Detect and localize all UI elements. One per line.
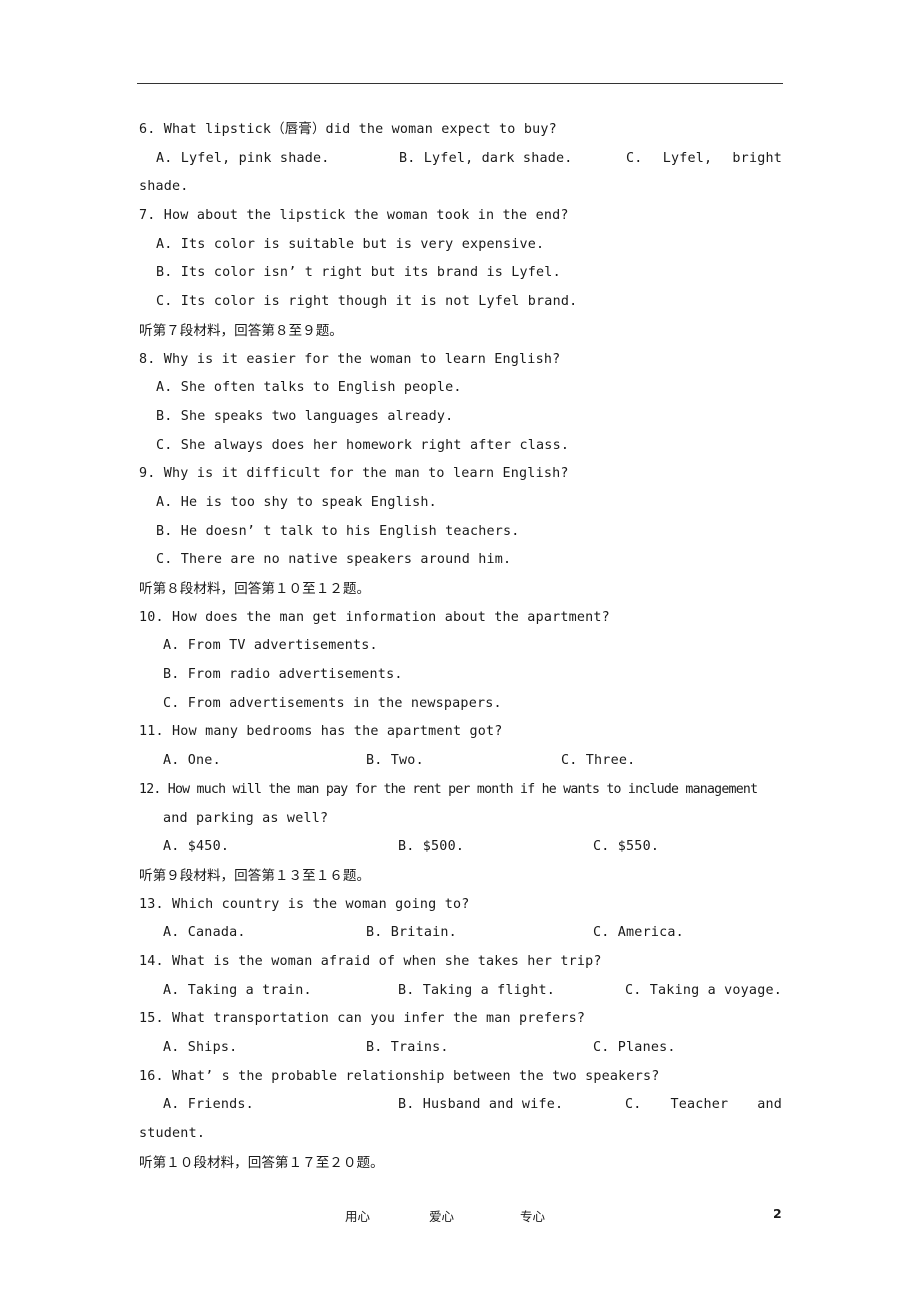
option-c: C. She always does her homework right af… — [156, 437, 570, 453]
question-16: 16. What’ s the probable relationship be… — [139, 1068, 660, 1084]
option-c-continued: student. — [139, 1126, 206, 1142]
option-b: B. Trains. — [366, 1040, 449, 1055]
question-15: 15. What transportation can you infer th… — [139, 1011, 586, 1027]
question-15-options: A. Ships. B. Trains. C. Planes. — [139, 1034, 782, 1063]
header-rule — [137, 83, 783, 84]
question-10: 10. How does the man get information abo… — [139, 609, 610, 625]
option-c: C. Taking a voyage. — [625, 982, 782, 998]
question-13: 13. Which country is the woman going to? — [139, 896, 470, 912]
option-c-word: and — [757, 1097, 782, 1113]
question-7: 7. How about the lipstick the woman took… — [139, 208, 569, 224]
option-c: C. $550. — [593, 839, 660, 855]
option-b: B. She speaks two languages already. — [156, 408, 454, 424]
option-a: A. From TV advertisements. — [163, 638, 378, 654]
option-b: B. Two. — [366, 753, 424, 769]
footer-motto: 专心 — [520, 1209, 546, 1224]
option-a: A. Lyfel, pink shade. — [156, 150, 330, 166]
option-c: C. Teacher and — [625, 1091, 782, 1120]
option-a: A. Taking a train. — [163, 982, 312, 998]
option-c-word: Teacher — [670, 1097, 729, 1113]
option-b: B. $500. — [398, 839, 465, 855]
footer-motto: 爱心 — [429, 1209, 455, 1224]
option-b: B. Lyfel, dark shade. — [399, 150, 573, 166]
footer-motto: 用心 — [345, 1209, 371, 1224]
option-c: C. Planes. — [593, 1040, 676, 1055]
option-b: B. From radio advertisements. — [163, 667, 403, 683]
question-14-options: A. Taking a train. B. Taking a flight. C… — [139, 977, 782, 1006]
question-16-options: A. Friends. B. Husband and wife. C. Teac… — [139, 1091, 782, 1120]
option-c-word: bright — [732, 150, 782, 166]
option-c-label: C. — [625, 1097, 642, 1113]
question-11-options: A. One. B. Two. C. Three. — [139, 747, 782, 776]
option-a: A. Canada. — [163, 925, 246, 941]
option-c-label: C. — [626, 150, 643, 166]
document-body: 6. What lipstick（唇膏）did the woman expect… — [139, 116, 782, 1177]
option-c: C. There are no native speakers around h… — [156, 552, 512, 568]
option-a: A. He is too shy to speak English. — [156, 494, 437, 510]
option-a: A. One. — [163, 753, 221, 769]
option-c: C. Three. — [561, 753, 636, 769]
question-11: 11. How many bedrooms has the apartment … — [139, 724, 503, 740]
option-c: C. Its color is right though it is not L… — [156, 294, 578, 310]
section-heading: 听第８段材料，回答第１０至１２题。 — [139, 581, 371, 597]
question-12-options: A. $450. B. $500. C. $550. — [139, 833, 782, 862]
option-b: B. Britain. — [366, 925, 457, 941]
option-c: C. From advertisements in the newspapers… — [163, 695, 502, 711]
option-b: B. Husband and wife. — [398, 1097, 564, 1113]
option-a: A. Ships. — [163, 1040, 238, 1055]
option-c-word: Lyfel, — [662, 150, 713, 166]
question-12: 12. How much will the man pay for the re… — [139, 781, 758, 797]
section-heading: 听第１０段材料，回答第１７至２０题。 — [139, 1154, 384, 1171]
question-13-options: A. Canada. B. Britain. C. America. — [139, 919, 782, 948]
question-6-options: A. Lyfel, pink shade. B. Lyfel, dark sha… — [139, 145, 782, 174]
option-b: B. Its color isn’ t right but its brand … — [156, 265, 561, 281]
question-12-continued: and parking as well? — [163, 810, 329, 826]
question-14: 14. What is the woman afraid of when she… — [139, 953, 602, 969]
option-a: A. She often talks to English people. — [156, 380, 462, 396]
question-9: 9. Why is it difficult for the man to le… — [139, 466, 569, 482]
option-c: C. Lyfel, bright — [626, 145, 782, 174]
option-c-continued: shade. — [139, 179, 189, 195]
question-8: 8. Why is it easier for the woman to lea… — [139, 351, 561, 367]
section-heading: 听第７段材料，回答第８至９题。 — [139, 322, 343, 339]
option-a: A. $450. — [163, 839, 230, 855]
question-6: 6. What lipstick（唇膏）did the woman expect… — [139, 122, 557, 137]
option-b: B. He doesn’ t talk to his English teach… — [156, 523, 520, 539]
section-heading: 听第９段材料，回答第１３至１６题。 — [139, 867, 371, 884]
option-b: B. Taking a flight. — [398, 982, 555, 998]
page-number: 2 — [773, 1206, 782, 1221]
option-a: A. Its color is suitable but is very exp… — [156, 236, 545, 252]
option-a: A. Friends. — [163, 1097, 254, 1113]
option-c: C. America. — [593, 925, 684, 941]
